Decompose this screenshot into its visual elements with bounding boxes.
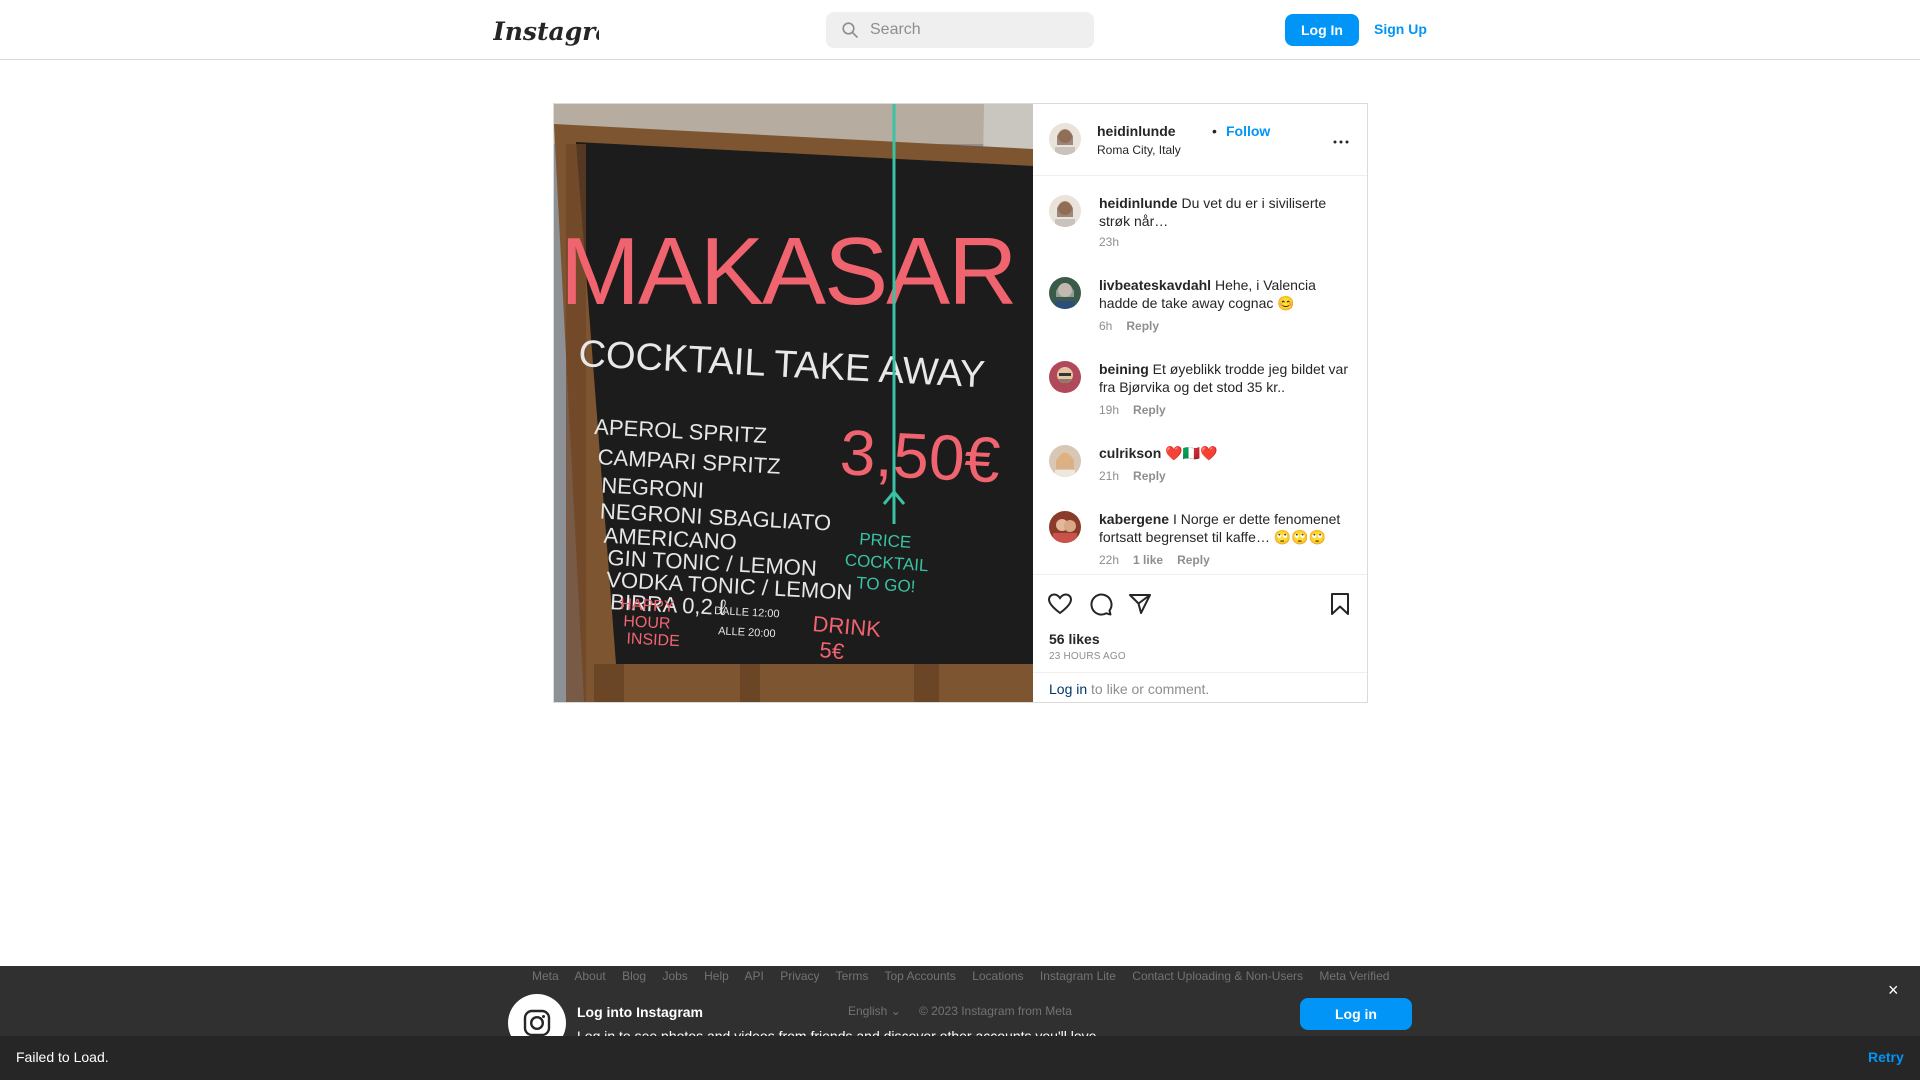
comment-bubble-icon[interactable]	[1087, 591, 1113, 617]
commenter-avatar[interactable]	[1049, 277, 1081, 309]
commenter-avatar[interactable]	[1049, 445, 1081, 477]
comment-content: ❤️🇮🇹❤️	[1165, 445, 1218, 461]
comment-text: beining Et øyeblikk trodde jeg bildet va…	[1099, 360, 1351, 396]
svg-text:3,50€: 3,50€	[838, 416, 1002, 496]
bookmark-save-icon[interactable]	[1327, 591, 1353, 617]
comment-text: livbeateskavdahl Hehe, i Valencia hadde …	[1099, 276, 1351, 312]
footer-link[interactable]: Help	[704, 969, 729, 983]
post-photo[interactable]: MAKASAR COCKTAIL TAKE AWAY APEROL SPRITZ…	[554, 104, 1033, 702]
footer-link[interactable]: Privacy	[780, 969, 819, 983]
banner-title: Log into Instagram	[577, 1004, 703, 1020]
login-link[interactable]: Log in	[1049, 681, 1087, 697]
comment-time: 6h	[1099, 319, 1113, 333]
comment-meta: 22h 1 like Reply	[1099, 553, 1224, 567]
post-sidebar: heidinlunde • Follow Roma City, Italy he…	[1033, 104, 1367, 702]
post-actions: 56 likes 23 HOURS AGO Log in to like or …	[1033, 574, 1367, 702]
footer-link[interactable]: Meta Verified	[1319, 969, 1389, 983]
post-timestamp[interactable]: 23 HOURS AGO	[1049, 651, 1126, 662]
search-box[interactable]	[826, 12, 1094, 48]
login-button[interactable]: Log In	[1285, 14, 1359, 46]
footer-link[interactable]: API	[745, 969, 764, 983]
svg-text:5€: 5€	[819, 637, 846, 664]
comment-meta: 21h Reply	[1099, 469, 1180, 483]
footer-link[interactable]: Instagram Lite	[1040, 969, 1116, 983]
login-prompt-text: to like or comment.	[1087, 681, 1210, 697]
comment-time: 21h	[1099, 469, 1120, 483]
commenter-avatar[interactable]	[1049, 361, 1081, 393]
post-header: heidinlunde • Follow Roma City, Italy	[1033, 104, 1367, 176]
chalkboard-sign-image: MAKASAR COCKTAIL TAKE AWAY APEROL SPRITZ…	[554, 104, 1033, 702]
footer-links: Meta About Blog Jobs Help API Privacy Te…	[532, 969, 1402, 983]
language-label: English	[848, 1004, 888, 1018]
comment-meta: 6h Reply	[1099, 319, 1173, 333]
commenter-avatar[interactable]	[1049, 195, 1081, 227]
post-location[interactable]: Roma City, Italy	[1097, 143, 1181, 157]
toast-message: Failed to Load.	[16, 1049, 109, 1065]
reply-button[interactable]: Reply	[1133, 403, 1166, 417]
comment-likes[interactable]: 1 like	[1133, 553, 1163, 567]
chevron-down-icon: ⌄	[890, 1004, 901, 1018]
footer-link[interactable]: Jobs	[662, 969, 687, 983]
banner-login-button[interactable]: Log in	[1300, 998, 1412, 1030]
footer-link[interactable]: Blog	[622, 969, 646, 983]
author-username[interactable]: heidinlunde	[1097, 123, 1176, 139]
comment-username[interactable]: culrikson	[1099, 445, 1161, 461]
search-icon	[842, 22, 858, 38]
comment-meta: 19h Reply	[1099, 403, 1180, 417]
comment-text: kabergene I Norge er dette fenomenet for…	[1099, 510, 1351, 546]
comment-time: 19h	[1099, 403, 1120, 417]
reply-button[interactable]: Reply	[1126, 319, 1159, 333]
svg-text:Instagram: Instagram	[493, 17, 599, 46]
close-icon[interactable]: ×	[1888, 980, 1899, 1001]
reply-button[interactable]: Reply	[1177, 553, 1210, 567]
error-toast: Failed to Load. Retry	[0, 1036, 1920, 1080]
more-options-icon[interactable]	[1329, 130, 1353, 154]
footer-link[interactable]: Terms	[836, 969, 869, 983]
comment-username[interactable]: heidinlunde	[1099, 195, 1178, 211]
comment-username[interactable]: livbeateskavdahl	[1099, 277, 1211, 293]
footer-link[interactable]: Top Accounts	[884, 969, 955, 983]
svg-text:MAKASAR: MAKASAR	[560, 218, 1015, 325]
post-card: MAKASAR COCKTAIL TAKE AWAY APEROL SPRITZ…	[553, 103, 1368, 703]
signup-link[interactable]: Sign Up	[1374, 21, 1427, 37]
reply-button[interactable]: Reply	[1133, 469, 1166, 483]
search-input[interactable]	[870, 12, 1080, 48]
like-heart-icon[interactable]	[1047, 591, 1073, 617]
separator-dot: •	[1212, 123, 1217, 139]
comment-text: culrikson ❤️🇮🇹❤️	[1099, 444, 1351, 462]
likes-count[interactable]: 56 likes	[1049, 631, 1100, 647]
comment-username[interactable]: kabergene	[1099, 511, 1169, 527]
author-avatar[interactable]	[1049, 123, 1081, 155]
retry-button[interactable]: Retry	[1868, 1049, 1904, 1065]
share-send-icon[interactable]	[1127, 591, 1153, 617]
instagram-logo[interactable]: Instagram	[493, 14, 599, 48]
copyright: © 2023 Instagram from Meta	[919, 1004, 1072, 1018]
login-banner: Meta About Blog Jobs Help API Privacy Te…	[0, 966, 1920, 1052]
footer-link[interactable]: Locations	[972, 969, 1023, 983]
login-to-comment: Log in to like or comment.	[1033, 672, 1367, 703]
language-selector[interactable]: English ⌄	[848, 1004, 901, 1018]
footer-link[interactable]: About	[574, 969, 605, 983]
footer-link[interactable]: Meta	[532, 969, 559, 983]
follow-button[interactable]: Follow	[1226, 123, 1270, 139]
comment-time: 22h	[1099, 553, 1120, 567]
comment-text: heidinlunde Du vet du er i siviliserte s…	[1099, 194, 1351, 230]
comment-meta: 23h	[1099, 235, 1133, 249]
footer-link[interactable]: Contact Uploading & Non-Users	[1132, 969, 1303, 983]
comment-time: 23h	[1099, 235, 1120, 249]
comments-list[interactable]: heidinlunde Du vet du er i siviliserte s…	[1033, 176, 1367, 574]
top-navigation: Instagram Log In Sign Up	[0, 0, 1920, 60]
comment-username[interactable]: beining	[1099, 361, 1149, 377]
svg-text:INSIDE: INSIDE	[626, 630, 680, 650]
svg-text:PRICE: PRICE	[859, 529, 912, 552]
commenter-avatar[interactable]	[1049, 511, 1081, 543]
